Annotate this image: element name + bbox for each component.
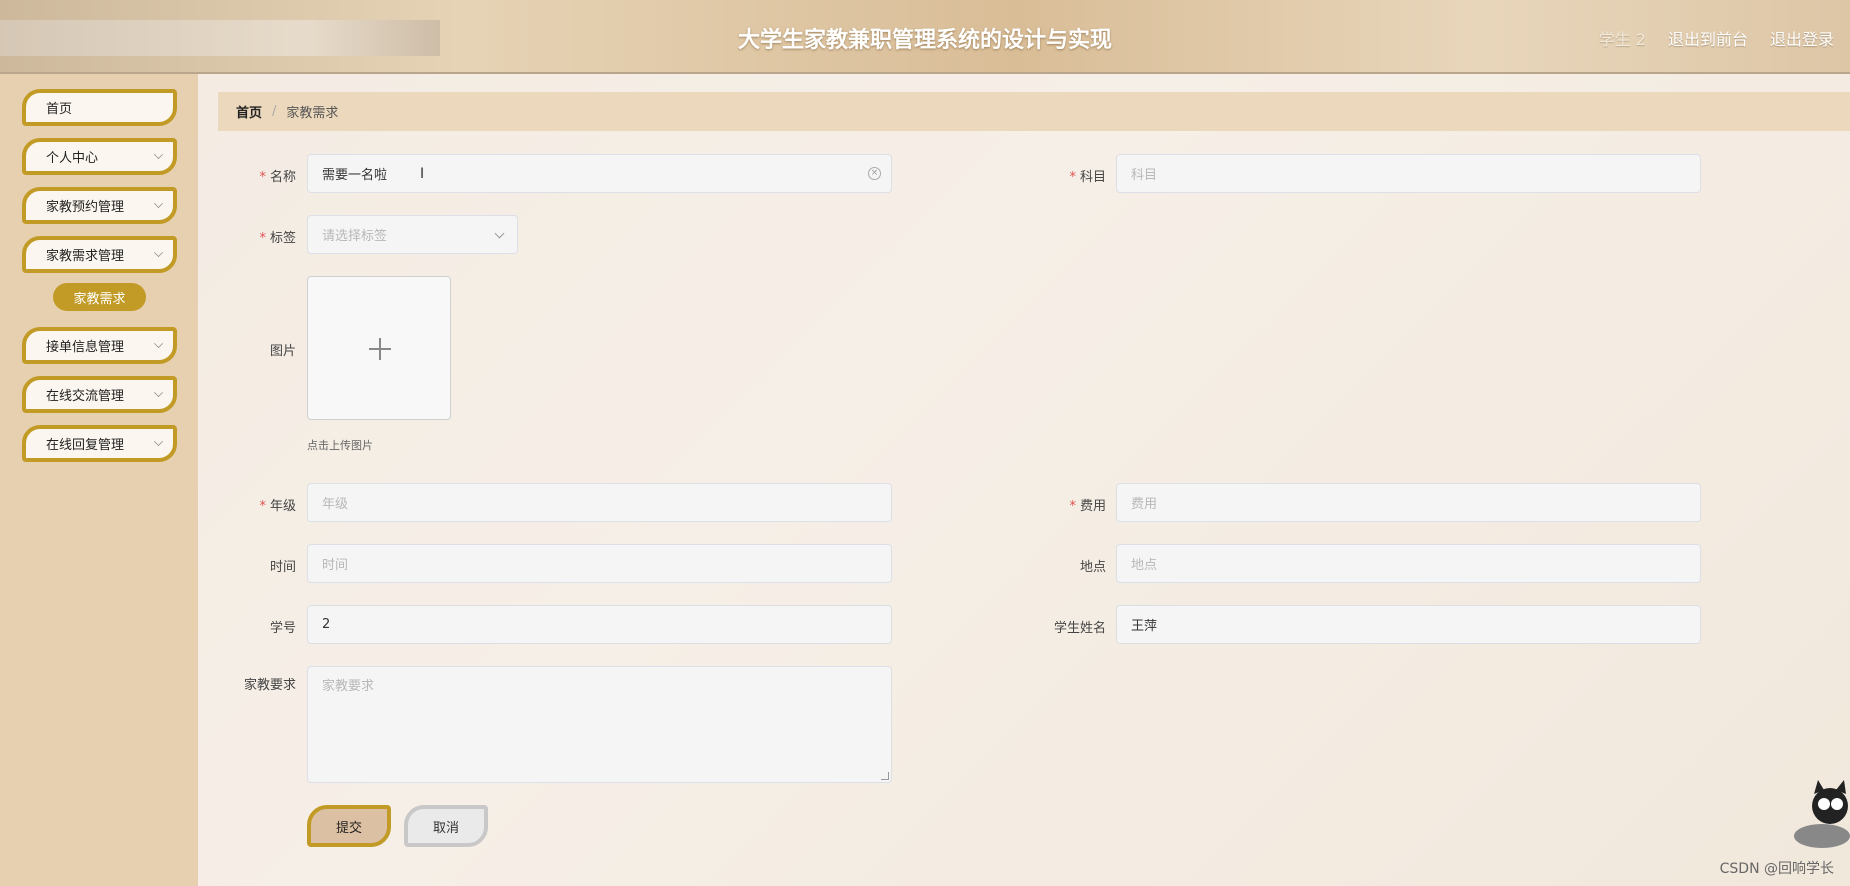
breadcrumb-home[interactable]: 首页 (236, 102, 262, 121)
location-label: 地点 (1026, 556, 1106, 575)
upload-hint: 点击上传图片 (307, 439, 373, 452)
label-text: 年级 (269, 499, 296, 514)
breadcrumb-current: 家教需求 (286, 106, 339, 121)
time-input[interactable]: 时间 (307, 544, 892, 583)
exit-to-front-link[interactable]: 退出到前台 (1668, 26, 1748, 50)
name-input-value: 需要一名啦 (322, 168, 388, 183)
chevron-down-icon (154, 437, 163, 446)
subject-placeholder: 科目 (1131, 168, 1158, 183)
location-input[interactable]: 地点 (1116, 544, 1701, 583)
label-text: 费用 (1079, 499, 1106, 514)
tag-label: * 标签 (216, 227, 296, 246)
chevron-down-icon (154, 248, 163, 257)
sidebar-item-chat[interactable]: 在线交流管理 (22, 376, 177, 413)
sidebar-item-label: 首页 (46, 102, 73, 117)
subject-input[interactable]: 科目 (1116, 154, 1701, 193)
sidebar-item-personal-center[interactable]: 个人中心 (22, 138, 177, 175)
tag-select[interactable]: 请选择标签 (307, 215, 518, 254)
label-text: 名称 (269, 170, 296, 185)
current-user: 学生 2 (1598, 30, 1646, 49)
chevron-down-icon (154, 388, 163, 397)
student-id-label: 学号 (216, 617, 296, 636)
grade-label: * 年级 (216, 495, 296, 514)
sidebar-item-label: 在线回复管理 (46, 438, 125, 453)
sidebar-item-label: 接单信息管理 (46, 340, 125, 355)
fee-placeholder: 费用 (1131, 497, 1158, 512)
submit-button[interactable]: 提交 (307, 805, 391, 847)
header-actions: 学生 2 退出到前台 退出登录 (1599, 26, 1834, 50)
plus-icon (379, 338, 381, 360)
watermark: CSDN @回响学长 (1719, 861, 1834, 877)
sidebar-item-reply[interactable]: 在线回复管理 (22, 425, 177, 462)
requirement-textarea[interactable]: 家教要求 (307, 666, 892, 783)
subject-label: * 科目 (1026, 166, 1106, 185)
name-input[interactable]: 需要一名啦 × (307, 154, 892, 193)
student-id-input[interactable]: 2 (307, 605, 892, 644)
header: 大学生家教兼职管理系统的设计与实现 学生 2 退出到前台 退出登录 (0, 0, 1850, 74)
chevron-down-icon (154, 150, 163, 159)
text-cursor-icon: Ⅰ (420, 166, 425, 182)
cancel-button[interactable]: 取消 (404, 805, 488, 847)
clear-icon[interactable]: × (868, 167, 881, 180)
app-title: 大学生家教兼职管理系统的设计与实现 (737, 28, 1112, 53)
chevron-down-icon (494, 228, 505, 239)
requirement-label: 家教要求 (216, 674, 296, 693)
image-upload[interactable] (307, 276, 451, 420)
sidebar-item-label: 家教预约管理 (46, 200, 125, 215)
sidebar-item-label: 在线交流管理 (46, 389, 125, 404)
sidebar-item-orders[interactable]: 接单信息管理 (22, 327, 177, 364)
sidebar-item-demand[interactable]: 家教需求管理 (22, 236, 177, 273)
student-id-value: 2 (322, 617, 331, 632)
fee-input[interactable]: 费用 (1116, 483, 1701, 522)
main-content: 首页 / 家教需求 * 名称 需要一名啦 × Ⅰ * 科目 科目 * 标签 请选择标签… (198, 74, 1850, 886)
label-text: 图片 (269, 344, 296, 359)
required-mark: * (259, 231, 266, 246)
label-text: 家教要求 (243, 678, 296, 693)
sidebar-item-label: 个人中心 (46, 151, 99, 166)
label-text: 科目 (1079, 170, 1106, 185)
grade-input[interactable]: 年级 (307, 483, 892, 522)
chevron-down-icon (154, 339, 163, 348)
mascot-icon (1794, 780, 1850, 848)
label-text: 学生姓名 (1053, 621, 1106, 636)
name-label: * 名称 (216, 166, 296, 185)
logout-link[interactable]: 退出登录 (1770, 26, 1834, 50)
sidebar-item-home[interactable]: 首页 (22, 89, 177, 126)
time-placeholder: 时间 (322, 558, 349, 573)
breadcrumb: 首页 / 家教需求 (218, 92, 1850, 131)
image-label: 图片 (216, 340, 296, 359)
chevron-down-icon (154, 199, 163, 208)
required-mark: * (259, 170, 266, 185)
label-text: 地点 (1079, 560, 1106, 575)
required-mark: * (1069, 499, 1076, 514)
tag-placeholder: 请选择标签 (322, 229, 388, 244)
sidebar-item-booking[interactable]: 家教预约管理 (22, 187, 177, 224)
location-placeholder: 地点 (1131, 558, 1158, 573)
student-name-input[interactable]: 王萍 (1116, 605, 1701, 644)
fee-label: * 费用 (1026, 495, 1106, 514)
time-label: 时间 (216, 556, 296, 575)
label-text: 学号 (269, 621, 296, 636)
sidebar-item-label: 家教需求管理 (46, 249, 125, 264)
sidebar: 首页 个人中心 家教预约管理 家教需求管理 家教需求 接单信息管理 在线交流管理… (0, 74, 198, 886)
label-text: 标签 (269, 231, 296, 246)
student-name-value: 王萍 (1131, 619, 1158, 634)
label-text: 时间 (269, 560, 296, 575)
breadcrumb-separator: / (272, 104, 277, 119)
resize-handle-icon[interactable] (881, 772, 889, 780)
required-mark: * (1069, 170, 1076, 185)
grade-placeholder: 年级 (322, 497, 349, 512)
sidebar-subitem-demand[interactable]: 家教需求 (53, 283, 146, 311)
required-mark: * (259, 499, 266, 514)
requirement-placeholder: 家教要求 (322, 679, 375, 694)
student-name-label: 学生姓名 (1026, 617, 1106, 636)
